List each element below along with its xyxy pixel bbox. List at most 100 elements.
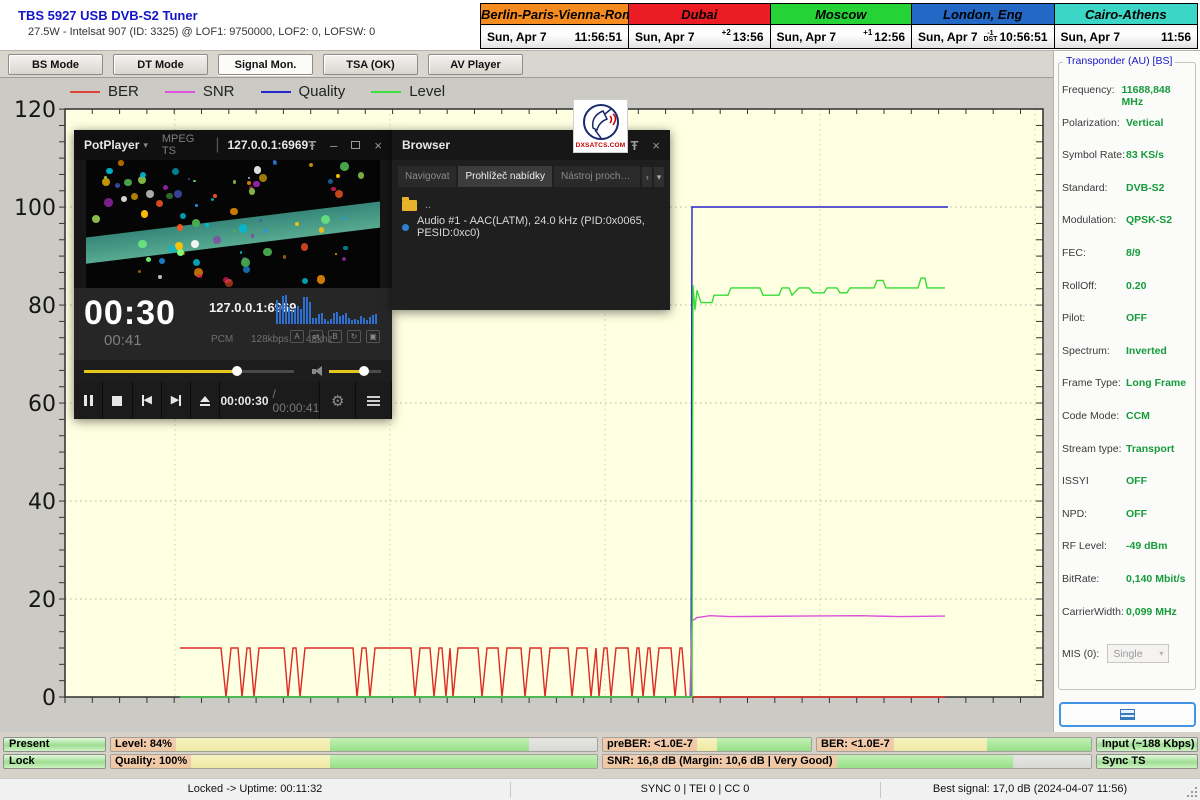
svg-text:80: 80 xyxy=(28,294,56,319)
pin-icon[interactable]: Ŧ xyxy=(630,138,638,153)
maximize-icon[interactable] xyxy=(351,141,360,149)
transponder-row: BitRate:0,140 Mbit/s xyxy=(1062,573,1190,585)
tab-scroll-right-icon[interactable]: › xyxy=(642,167,652,187)
transponder-row: Modulation:QPSK-S2 xyxy=(1062,214,1190,226)
transponder-row-value: QPSK-S2 xyxy=(1126,214,1172,226)
timecode-current: 00:00:30 xyxy=(220,394,268,408)
tuner-subtitle: 27.5W - Intelsat 907 (ID: 3325) @ LOF1: … xyxy=(28,26,375,38)
transponder-row: NPD:OFF xyxy=(1062,508,1190,520)
clock-dubai-date: Sun, Apr 7 xyxy=(635,30,722,44)
stop-button[interactable] xyxy=(103,382,132,419)
potplayer-titlebar[interactable]: PotPlayer ▾ MPEG TS | 127.0.0.1:6969 Ŧ –… xyxy=(74,130,392,160)
transponder-row-value: DVB-S2 xyxy=(1126,182,1165,194)
volume-knob[interactable] xyxy=(359,366,369,376)
pin-icon[interactable]: Ŧ xyxy=(308,138,316,153)
statusbar-sync-counters: SYNC 0 | TEI 0 | CC 0 xyxy=(510,779,880,800)
transponder-row-label: Polarization: xyxy=(1062,117,1126,129)
transponder-row-value: OFF xyxy=(1126,508,1147,520)
browser-titlebar[interactable]: Browser Ŧ × xyxy=(392,130,670,160)
speaker-icon[interactable] xyxy=(311,366,323,376)
sync-ts-indicator: Sync TS xyxy=(1096,754,1198,769)
mis-row: MIS (0): Single ▾ xyxy=(1062,644,1190,663)
transponder-row-value: OFF xyxy=(1126,475,1147,487)
potplayer-window: PotPlayer ▾ MPEG TS | 127.0.0.1:6969 Ŧ –… xyxy=(74,130,392,419)
transponder-row-label: Modulation: xyxy=(1062,214,1126,226)
tab-av-player[interactable]: AV Player xyxy=(428,54,523,75)
transponder-row-label: NPD: xyxy=(1062,508,1126,520)
clock-moscow: Moscow Sun, Apr 7 +1 12:56 xyxy=(771,4,913,48)
tab-navigovat[interactable]: Navigovat xyxy=(398,166,456,187)
tab-signal-mon[interactable]: Signal Mon. xyxy=(218,54,313,75)
statusbar-lock-uptime: Locked -> Uptime: 00:11:32 xyxy=(0,779,510,800)
transponder-row: Symbol Rate:83 KS/s xyxy=(1062,149,1190,161)
satellite-dish-icon xyxy=(581,102,621,142)
fullscreen-button[interactable]: ▣ xyxy=(366,330,380,343)
volume-slider[interactable] xyxy=(329,370,381,373)
app-title: TBS 5927 USB DVB-S2 Tuner xyxy=(18,8,198,23)
next-button[interactable]: ▶ xyxy=(162,382,191,419)
minimize-icon[interactable]: – xyxy=(330,138,337,153)
present-indicator: Present xyxy=(3,737,106,752)
tab-tsa[interactable]: TSA (OK) xyxy=(323,54,418,75)
potplayer-info-panel: 00:30 00:41 127.0.0.1:6969 PCM 128kbps 4… xyxy=(74,288,392,360)
svg-text:60: 60 xyxy=(28,392,56,417)
transponder-row-label: Frame Type: xyxy=(1062,377,1126,389)
clock-cairo-name: Cairo-Athens xyxy=(1055,4,1198,25)
mis-dropdown[interactable]: Single ▾ xyxy=(1107,644,1169,663)
repeat-button[interactable]: ↻ xyxy=(347,330,361,343)
transponder-row: Pilot:OFF xyxy=(1062,312,1190,324)
timecode: 00:00:30 / 00:00:41 xyxy=(220,382,320,419)
parent-folder-item[interactable]: .. xyxy=(402,195,660,215)
ab-repeat-controls: A ⇄ B ↻ ▣ xyxy=(290,330,380,343)
mis-label: MIS (0): xyxy=(1062,648,1099,660)
transponder-row-value: 8/9 xyxy=(1126,247,1141,259)
seek-bar[interactable] xyxy=(84,370,294,373)
ab-point-a-button[interactable]: A xyxy=(290,330,304,343)
resize-grip[interactable] xyxy=(1187,787,1197,797)
browser-title: Browser xyxy=(402,138,450,152)
tab-dropdown-icon[interactable]: ▾ xyxy=(654,167,664,187)
menu-hamburger-icon[interactable] xyxy=(356,382,392,419)
transponder-row-value: 83 KS/s xyxy=(1126,149,1164,161)
tab-bs-mode[interactable]: BS Mode xyxy=(8,54,103,75)
stream-save-button[interactable] xyxy=(1059,702,1196,727)
ab-point-b-button[interactable]: B xyxy=(328,330,342,343)
transponder-row: ISSYIOFF xyxy=(1062,475,1190,487)
svg-text:120: 120 xyxy=(14,98,56,123)
tab-dt-mode[interactable]: DT Mode xyxy=(113,54,208,75)
close-icon[interactable]: × xyxy=(374,138,382,153)
clock-dubai-time: 13:56 xyxy=(733,30,764,44)
audio-track-item[interactable]: Audio #1 - AAC(LATM), 24.0 kHz (PID:0x00… xyxy=(402,215,660,239)
quality-bar: Quality: 100% xyxy=(110,754,598,769)
seek-knob[interactable] xyxy=(232,366,242,376)
tab-nastroj-prochazeni[interactable]: Nástroj procházení tit... xyxy=(554,166,640,187)
eject-button[interactable] xyxy=(191,382,220,419)
clock-london-date: Sun, Apr 7 xyxy=(918,30,983,44)
transponder-row-label: BitRate: xyxy=(1062,573,1126,585)
tab-prohlizec-nabidky[interactable]: Prohlížeč nabídky xyxy=(458,166,552,187)
potplayer-controls: ◀ ▶ 00:00:30 / 00:00:41 ⚙ xyxy=(74,382,392,419)
lock-indicator: Lock xyxy=(3,754,106,769)
transponder-row-label: Stream type: xyxy=(1062,443,1126,455)
bitrate-label: 128kbps xyxy=(251,334,289,345)
clock-moscow-time: 12:56 xyxy=(874,30,905,44)
clock-berlin-date: Sun, Apr 7 xyxy=(487,30,575,44)
transponder-row: Stream type:Transport xyxy=(1062,443,1190,455)
clock-dubai-offset: +2 xyxy=(722,28,731,37)
previous-button[interactable]: ◀ xyxy=(133,382,162,419)
clock-moscow-offset: +1 xyxy=(863,28,872,37)
stream-save-icon xyxy=(1120,709,1135,720)
clock-london-name: London, Eng xyxy=(912,4,1054,25)
transponder-row: RF Level:-49 dBm xyxy=(1062,540,1190,552)
ber-bar: BER: <1.0E-7 xyxy=(816,737,1092,752)
chevron-down-icon[interactable]: ▾ xyxy=(143,140,148,151)
transponder-row-label: Frequency: xyxy=(1062,84,1122,108)
pause-button[interactable] xyxy=(74,382,103,419)
close-icon[interactable]: × xyxy=(652,138,660,153)
ab-swap-button[interactable]: ⇄ xyxy=(309,330,323,343)
chevron-down-icon: ▾ xyxy=(1159,649,1163,658)
potplayer-title: PotPlayer xyxy=(84,138,139,152)
potplayer-video-area[interactable] xyxy=(86,160,380,288)
potplayer-stream-type: MPEG TS xyxy=(162,133,207,157)
settings-gear-icon[interactable]: ⚙ xyxy=(320,382,356,419)
